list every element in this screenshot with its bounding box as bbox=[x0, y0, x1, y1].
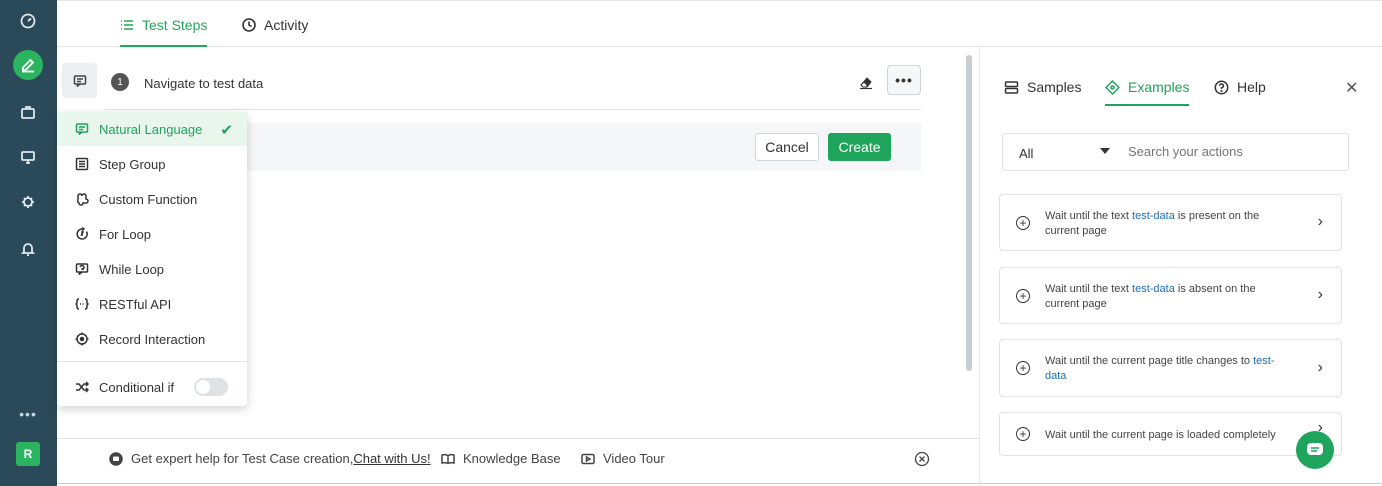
menu-item-label: RESTful API bbox=[99, 296, 172, 312]
natural-language-icon bbox=[73, 74, 86, 87]
menu-item-label: Natural Language bbox=[99, 121, 203, 137]
example-card[interactable]: + Wait until the current page is loaded … bbox=[999, 412, 1342, 456]
step-text[interactable]: Navigate to test data bbox=[144, 76, 263, 91]
filter-select[interactable]: All bbox=[1019, 146, 1033, 161]
divider bbox=[57, 361, 247, 362]
tab-samples[interactable]: Samples bbox=[1004, 79, 1081, 95]
menu-item-label: For Loop bbox=[99, 226, 152, 242]
video-tour-link[interactable]: Video Tour bbox=[581, 451, 665, 466]
menu-item-label: Step Group bbox=[99, 156, 166, 172]
briefcase-icon[interactable] bbox=[14, 98, 42, 126]
tab-test-steps[interactable]: Test Steps bbox=[120, 17, 208, 47]
video-icon bbox=[581, 453, 595, 464]
divider bbox=[105, 109, 921, 110]
menu-item-custom-function[interactable]: Custom Function bbox=[57, 182, 247, 216]
more-options-button[interactable]: ••• bbox=[887, 65, 921, 95]
top-tab-bar: Test Steps Activity bbox=[57, 0, 1382, 47]
monitor-icon[interactable] bbox=[14, 143, 42, 171]
menu-item-label: Conditional if bbox=[99, 379, 175, 395]
knowledge-base-link[interactable]: Knowledge Base bbox=[441, 451, 561, 466]
help-bar: Get expert help for Test Case creation, … bbox=[57, 438, 979, 480]
help-icon bbox=[1214, 80, 1229, 94]
menu-item-label: Record Interaction bbox=[99, 331, 206, 347]
step-type-menu: Natural Language ✔ Step Group Custom Fun… bbox=[57, 112, 247, 406]
list-icon bbox=[121, 20, 133, 30]
tab-label: Samples bbox=[1027, 79, 1082, 95]
example-card[interactable]: + Wait until the text test-data is absen… bbox=[999, 267, 1342, 324]
record-interaction-icon bbox=[75, 332, 89, 346]
tab-label: Activity bbox=[264, 17, 309, 33]
tab-label: Test Steps bbox=[142, 17, 208, 33]
bug-icon[interactable] bbox=[14, 188, 42, 216]
scrollbar[interactable] bbox=[966, 55, 972, 371]
natural-language-icon bbox=[75, 123, 89, 136]
checkmark-icon: ✔ bbox=[220, 122, 233, 139]
custom-function-icon bbox=[76, 193, 89, 206]
expert-help: Get expert help for Test Case creation, … bbox=[109, 451, 431, 466]
add-icon[interactable]: + bbox=[1016, 361, 1030, 375]
eraser-icon[interactable] bbox=[858, 74, 874, 90]
step-type-button[interactable] bbox=[62, 63, 97, 98]
chevron-right-icon[interactable]: › bbox=[1318, 359, 1323, 377]
expert-help-text: Get expert help for Test Case creation, bbox=[131, 451, 354, 466]
menu-item-label: Custom Function bbox=[99, 191, 198, 207]
tab-examples[interactable]: Examples bbox=[1105, 79, 1190, 106]
while-loop-icon bbox=[75, 263, 89, 276]
menu-item-for-loop[interactable]: For Loop bbox=[57, 217, 247, 251]
example-card[interactable]: + Wait until the current page title chan… bbox=[999, 339, 1342, 397]
close-help-bar-icon[interactable] bbox=[914, 451, 930, 467]
shuffle-icon bbox=[76, 381, 89, 393]
video-tour-label: Video Tour bbox=[603, 451, 665, 466]
example-text: Wait until the current page title change… bbox=[1045, 355, 1275, 382]
menu-item-while-loop[interactable]: While Loop bbox=[57, 252, 247, 286]
add-icon[interactable]: + bbox=[1016, 427, 1030, 441]
chat-icon bbox=[1307, 443, 1323, 455]
database-icon bbox=[1004, 80, 1019, 94]
chevron-right-icon[interactable]: › bbox=[1318, 213, 1323, 231]
edit-icon[interactable] bbox=[13, 50, 43, 80]
add-icon[interactable]: + bbox=[1016, 289, 1030, 303]
chat-icon bbox=[109, 451, 123, 466]
search-input[interactable] bbox=[1128, 144, 1328, 159]
chat-support-button[interactable] bbox=[1296, 431, 1334, 469]
example-card[interactable]: + Wait until the text test-data is prese… bbox=[999, 194, 1342, 251]
example-text: Wait until the current page is loaded co… bbox=[1045, 429, 1276, 441]
restful-api-icon bbox=[75, 298, 89, 310]
chevron-right-icon[interactable]: › bbox=[1318, 286, 1323, 304]
dashboard-icon[interactable] bbox=[14, 7, 42, 35]
book-icon bbox=[441, 453, 455, 464]
chat-with-us-link[interactable]: Chat with Us! bbox=[353, 451, 430, 466]
tab-activity[interactable]: Activity bbox=[242, 17, 308, 33]
step-group-icon bbox=[75, 157, 89, 171]
avatar[interactable]: R bbox=[16, 442, 40, 466]
knowledge-base-label: Knowledge Base bbox=[463, 451, 561, 466]
tab-label: Examples bbox=[1128, 79, 1190, 95]
cancel-button[interactable]: Cancel bbox=[755, 133, 819, 161]
menu-item-step-group[interactable]: Step Group bbox=[57, 147, 247, 181]
clock-icon bbox=[242, 18, 256, 32]
chevron-down-icon[interactable] bbox=[1100, 148, 1110, 154]
bell-icon[interactable] bbox=[14, 235, 42, 263]
close-panel-icon[interactable]: ✕ bbox=[1345, 78, 1358, 98]
example-text: Wait until the text test-data is present… bbox=[1045, 210, 1260, 237]
tab-label: Help bbox=[1237, 79, 1266, 95]
diamond-icon bbox=[1105, 79, 1120, 95]
example-text: Wait until the text test-data is absent … bbox=[1045, 283, 1256, 310]
left-rail: ••• R bbox=[0, 0, 57, 486]
menu-item-label: While Loop bbox=[99, 261, 165, 277]
conditional-if-toggle[interactable] bbox=[194, 378, 228, 396]
more-icon[interactable]: ••• bbox=[14, 406, 42, 422]
menu-item-restful-api[interactable]: RESTful API bbox=[57, 287, 247, 321]
tab-help[interactable]: Help bbox=[1214, 79, 1266, 95]
menu-item-record-interaction[interactable]: Record Interaction bbox=[57, 322, 247, 356]
step-number-badge: 1 bbox=[111, 73, 129, 91]
add-icon[interactable]: + bbox=[1016, 216, 1030, 230]
menu-item-natural-language[interactable]: Natural Language ✔ bbox=[57, 112, 247, 146]
for-loop-icon bbox=[76, 227, 88, 240]
create-button[interactable]: Create bbox=[828, 133, 891, 161]
